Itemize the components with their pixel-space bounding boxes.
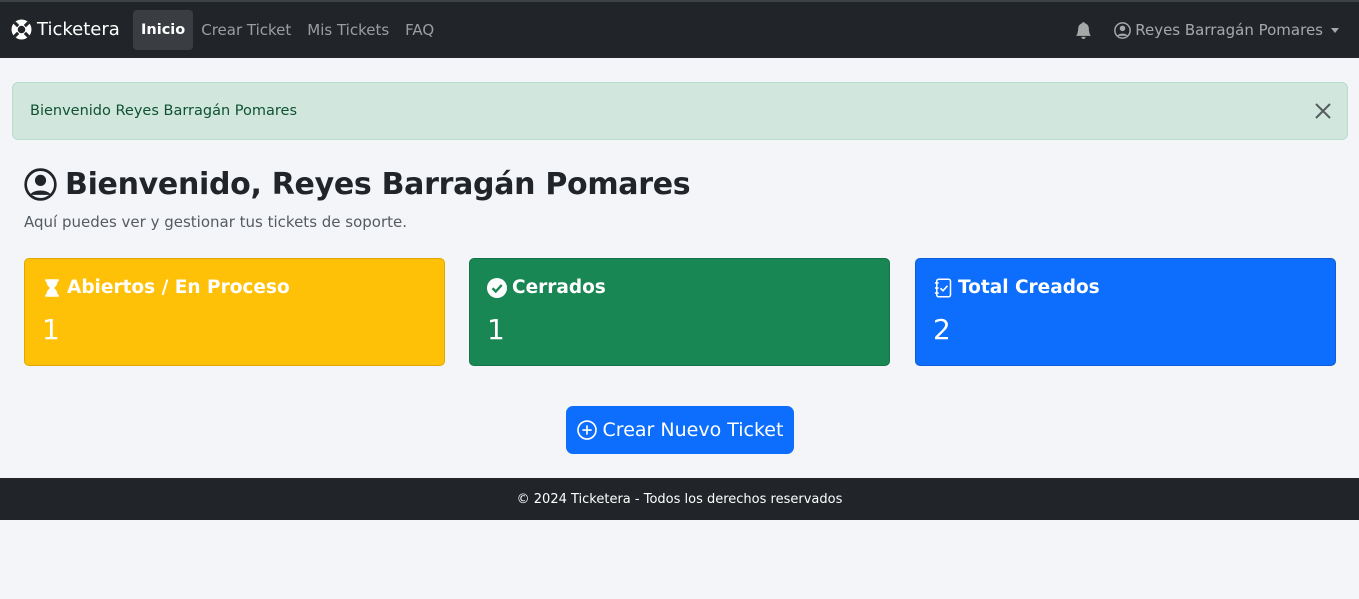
card-total: Total Creados 2 [915,258,1336,366]
brand-name: Ticketera [37,19,120,40]
life-ring-icon [11,19,32,40]
card-cerrados-value: 1 [487,313,505,346]
footer-text: © 2024 Ticketera - Todos los derechos re… [516,491,843,507]
plus-circle-icon [576,420,597,440]
person-circle-icon [24,168,57,201]
create-ticket-label: Crear Nuevo Ticket [602,419,784,441]
card-cerrados: Cerrados 1 [469,258,890,366]
navbar: Ticketera Inicio Crear Ticket Mis Ticket… [0,2,1359,58]
create-ticket-button[interactable]: Crear Nuevo Ticket [566,406,794,454]
card-total-label: Total Creados [958,277,1100,298]
page-title: Bienvenido, Reyes Barragán Pomares [24,167,691,202]
page-title-text: Bienvenido, Reyes Barragán Pomares [65,167,691,202]
page-subtitle: Aquí puedes ver y gestionar tus tickets … [24,213,408,231]
welcome-alert: Bienvenido Reyes Barragán Pomares [12,82,1348,140]
nav-crear-ticket[interactable]: Crear Ticket [193,10,299,50]
user-name: Reyes Barragán Pomares [1135,21,1323,39]
check-circle-icon [487,277,507,298]
card-cerrados-title: Cerrados [487,277,606,298]
hourglass-icon [45,278,59,297]
bell-icon[interactable] [1075,21,1092,39]
card-total-title: Total Creados [933,277,1100,298]
card-cerrados-label: Cerrados [512,277,606,298]
card-abiertos-title: Abiertos / En Proceso [42,277,290,298]
nav-mis-tickets[interactable]: Mis Tickets [299,10,397,50]
footer: © 2024 Ticketera - Todos los derechos re… [0,478,1359,520]
card-abiertos-value: 1 [42,313,60,346]
card-abiertos-label: Abiertos / En Proceso [67,277,290,298]
nav-inicio[interactable]: Inicio [133,10,194,50]
nav-links: Inicio Crear Ticket Mis Tickets FAQ [133,10,442,50]
user-dropdown[interactable]: Reyes Barragán Pomares [1114,21,1339,39]
card-abiertos: Abiertos / En Proceso 1 [24,258,445,366]
close-icon[interactable] [1313,101,1333,121]
brand-link[interactable]: Ticketera [11,19,120,40]
nav-faq[interactable]: FAQ [397,10,442,50]
chevron-down-icon [1331,27,1339,33]
journal-check-icon [934,278,952,297]
card-total-value: 2 [933,313,951,346]
nav-right: Reyes Barragán Pomares [1075,10,1339,50]
person-circle-icon [1114,21,1132,39]
alert-message: Bienvenido Reyes Barragán Pomares [30,103,298,119]
